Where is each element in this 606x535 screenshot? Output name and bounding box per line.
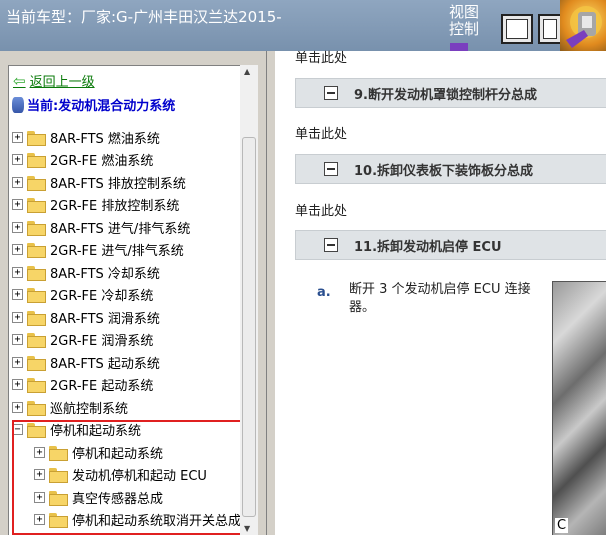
expand-icon[interactable]: +	[12, 334, 23, 345]
tree-node-label: 2GR-FE 润滑系统	[50, 334, 154, 349]
procedure-content: 单击此处 9.断开发动机罩锁控制杆分总成 单击此处 10.拆卸仪表板下装饰板分总…	[275, 51, 606, 535]
back-link[interactable]: ⇦ 返回上一级	[13, 71, 95, 91]
click-here-link[interactable]: 单击此处	[295, 123, 347, 142]
tree-node[interactable]: +2GR-FE 进气/排气系统	[12, 239, 184, 261]
arrow-right-icon: ➔	[506, 19, 528, 39]
click-here-link[interactable]: 单击此处	[295, 200, 347, 219]
tree-node-label: 2GR-FE 排放控制系统	[50, 199, 180, 214]
tree-node[interactable]: +8AR-FTS 起动系统	[12, 351, 160, 373]
highlight-box	[12, 420, 240, 535]
expand-icon[interactable]: +	[12, 401, 23, 413]
view-control-label: 视图控制	[449, 3, 480, 38]
sub-step-text: 断开 3 个发动机启停 ECU 连接器。	[349, 282, 531, 315]
step-title: 10.拆卸仪表板下装饰板分总成	[354, 163, 534, 179]
tree-view: ⇦ 返回上一级 当前:发动机混合动力系统 +8AR-FTS 燃油系统 +2GR-F…	[8, 65, 240, 535]
content-scrollbar[interactable]	[267, 51, 275, 535]
folder-icon	[27, 243, 46, 258]
folder-icon	[27, 153, 46, 168]
view-forward-button[interactable]: ➔	[501, 14, 533, 44]
folder-icon	[27, 220, 46, 236]
photo-callout-label: C	[555, 518, 569, 533]
view-partial-button[interactable]	[538, 14, 562, 44]
left-panel: ⇦ 返回上一级 当前:发动机混合动力系统 +8AR-FTS 燃油系统 +2GR-F…	[0, 51, 262, 535]
current-category: 当前:发动机混合动力系统	[12, 95, 175, 114]
tree-node[interactable]: +8AR-FTS 冷却系统	[12, 261, 160, 283]
step-header[interactable]: 11.拆卸发动机启停 ECU	[295, 230, 606, 260]
collapse-icon[interactable]	[324, 162, 338, 176]
expand-icon[interactable]: +	[12, 356, 23, 368]
expand-icon[interactable]: +	[12, 221, 23, 233]
click-here-link[interactable]: 单击此处	[295, 47, 347, 66]
tree-node-label: 巡航控制系统	[50, 401, 129, 417]
tree-node[interactable]: +2GR-FE 润滑系统	[12, 329, 153, 351]
tree-node[interactable]: +2GR-FE 冷却系统	[12, 284, 153, 306]
tree-node[interactable]: +2GR-FE 起动系统	[12, 374, 153, 396]
tree-node-label: 2GR-FE 进气/排气系统	[50, 244, 184, 259]
folder-icon	[27, 333, 46, 348]
tree-node-label: 2GR-FE 起动系统	[50, 379, 154, 394]
step-title: 11.拆卸发动机启停 ECU	[354, 239, 502, 255]
view-indicator	[450, 43, 468, 51]
folder-icon	[27, 355, 46, 371]
tree-node[interactable]: +8AR-FTS 排放控制系统	[12, 171, 186, 193]
title-bar: 当前车型：厂家:G-广州丰田汉兰达2015- 视图控制 ➔	[0, 0, 606, 51]
expand-icon[interactable]: +	[12, 311, 23, 323]
folder-icon	[27, 288, 46, 303]
expand-icon[interactable]: +	[12, 131, 23, 143]
folder-icon	[27, 400, 46, 416]
step-title: 9.断开发动机罩锁控制杆分总成	[354, 87, 537, 103]
folder-icon	[27, 198, 46, 213]
collapse-icon[interactable]	[324, 238, 338, 252]
expand-icon[interactable]: +	[12, 379, 23, 390]
scroll-up-icon[interactable]: ▲	[244, 67, 250, 76]
tree-node-label: 2GR-FE 冷却系统	[50, 289, 154, 304]
tree-node[interactable]: + 巡航控制系统	[12, 396, 128, 418]
tree-node-label: 8AR-FTS 润滑系统	[50, 311, 160, 327]
sub-step-letter: a.	[317, 285, 331, 300]
expand-icon[interactable]: +	[12, 289, 23, 300]
back-link-label: 返回上一级	[29, 75, 95, 90]
tree-node-label: 8AR-FTS 进气/排气系统	[50, 221, 191, 237]
expand-icon[interactable]: +	[12, 176, 23, 188]
back-arrow-icon: ⇦	[13, 71, 26, 90]
step-header[interactable]: 10.拆卸仪表板下装饰板分总成	[295, 154, 606, 184]
app-logo-icon	[560, 0, 606, 51]
folder-icon	[27, 130, 46, 146]
tree-node-label: 2GR-FE 燃油系统	[50, 154, 154, 169]
arrow-right-icon	[543, 19, 557, 39]
collapse-icon[interactable]	[324, 86, 338, 100]
expand-icon[interactable]: +	[12, 199, 23, 210]
tree-node-label: 8AR-FTS 排放控制系统	[50, 176, 186, 192]
expand-icon[interactable]: +	[12, 154, 23, 165]
scroll-down-icon[interactable]: ▼	[244, 524, 250, 533]
tree-node[interactable]: +2GR-FE 排放控制系统	[12, 194, 179, 216]
folder-icon	[27, 378, 46, 393]
tree-node[interactable]: +8AR-FTS 润滑系统	[12, 306, 160, 328]
tree-scrollbar[interactable]: ▲ ▼	[240, 65, 258, 535]
tree-node-label: 8AR-FTS 燃油系统	[50, 131, 160, 147]
tree-node[interactable]: +8AR-FTS 燃油系统	[12, 126, 160, 148]
tree-node-label: 8AR-FTS 起动系统	[50, 356, 160, 372]
component-photo: C	[552, 281, 606, 535]
content-panel: 单击此处 9.断开发动机罩锁控制杆分总成 单击此处 10.拆卸仪表板下装饰板分总…	[266, 51, 606, 535]
current-category-label: 当前:发动机混合动力系统	[27, 99, 176, 114]
expand-icon[interactable]: +	[12, 266, 23, 278]
scrollbar-thumb[interactable]	[242, 137, 256, 517]
folder-icon	[27, 265, 46, 281]
tree-node[interactable]: +2GR-FE 燃油系统	[12, 149, 153, 171]
expand-icon[interactable]: +	[12, 244, 23, 255]
window-title: 当前车型：厂家:G-广州丰田汉兰达2015-	[6, 8, 282, 26]
folder-icon	[27, 175, 46, 191]
folder-icon	[27, 310, 46, 326]
tree-node-label: 8AR-FTS 冷却系统	[50, 266, 160, 282]
tree-node[interactable]: +8AR-FTS 进气/排气系统	[12, 216, 190, 238]
step-header[interactable]: 9.断开发动机罩锁控制杆分总成	[295, 78, 606, 108]
database-icon	[12, 96, 24, 113]
